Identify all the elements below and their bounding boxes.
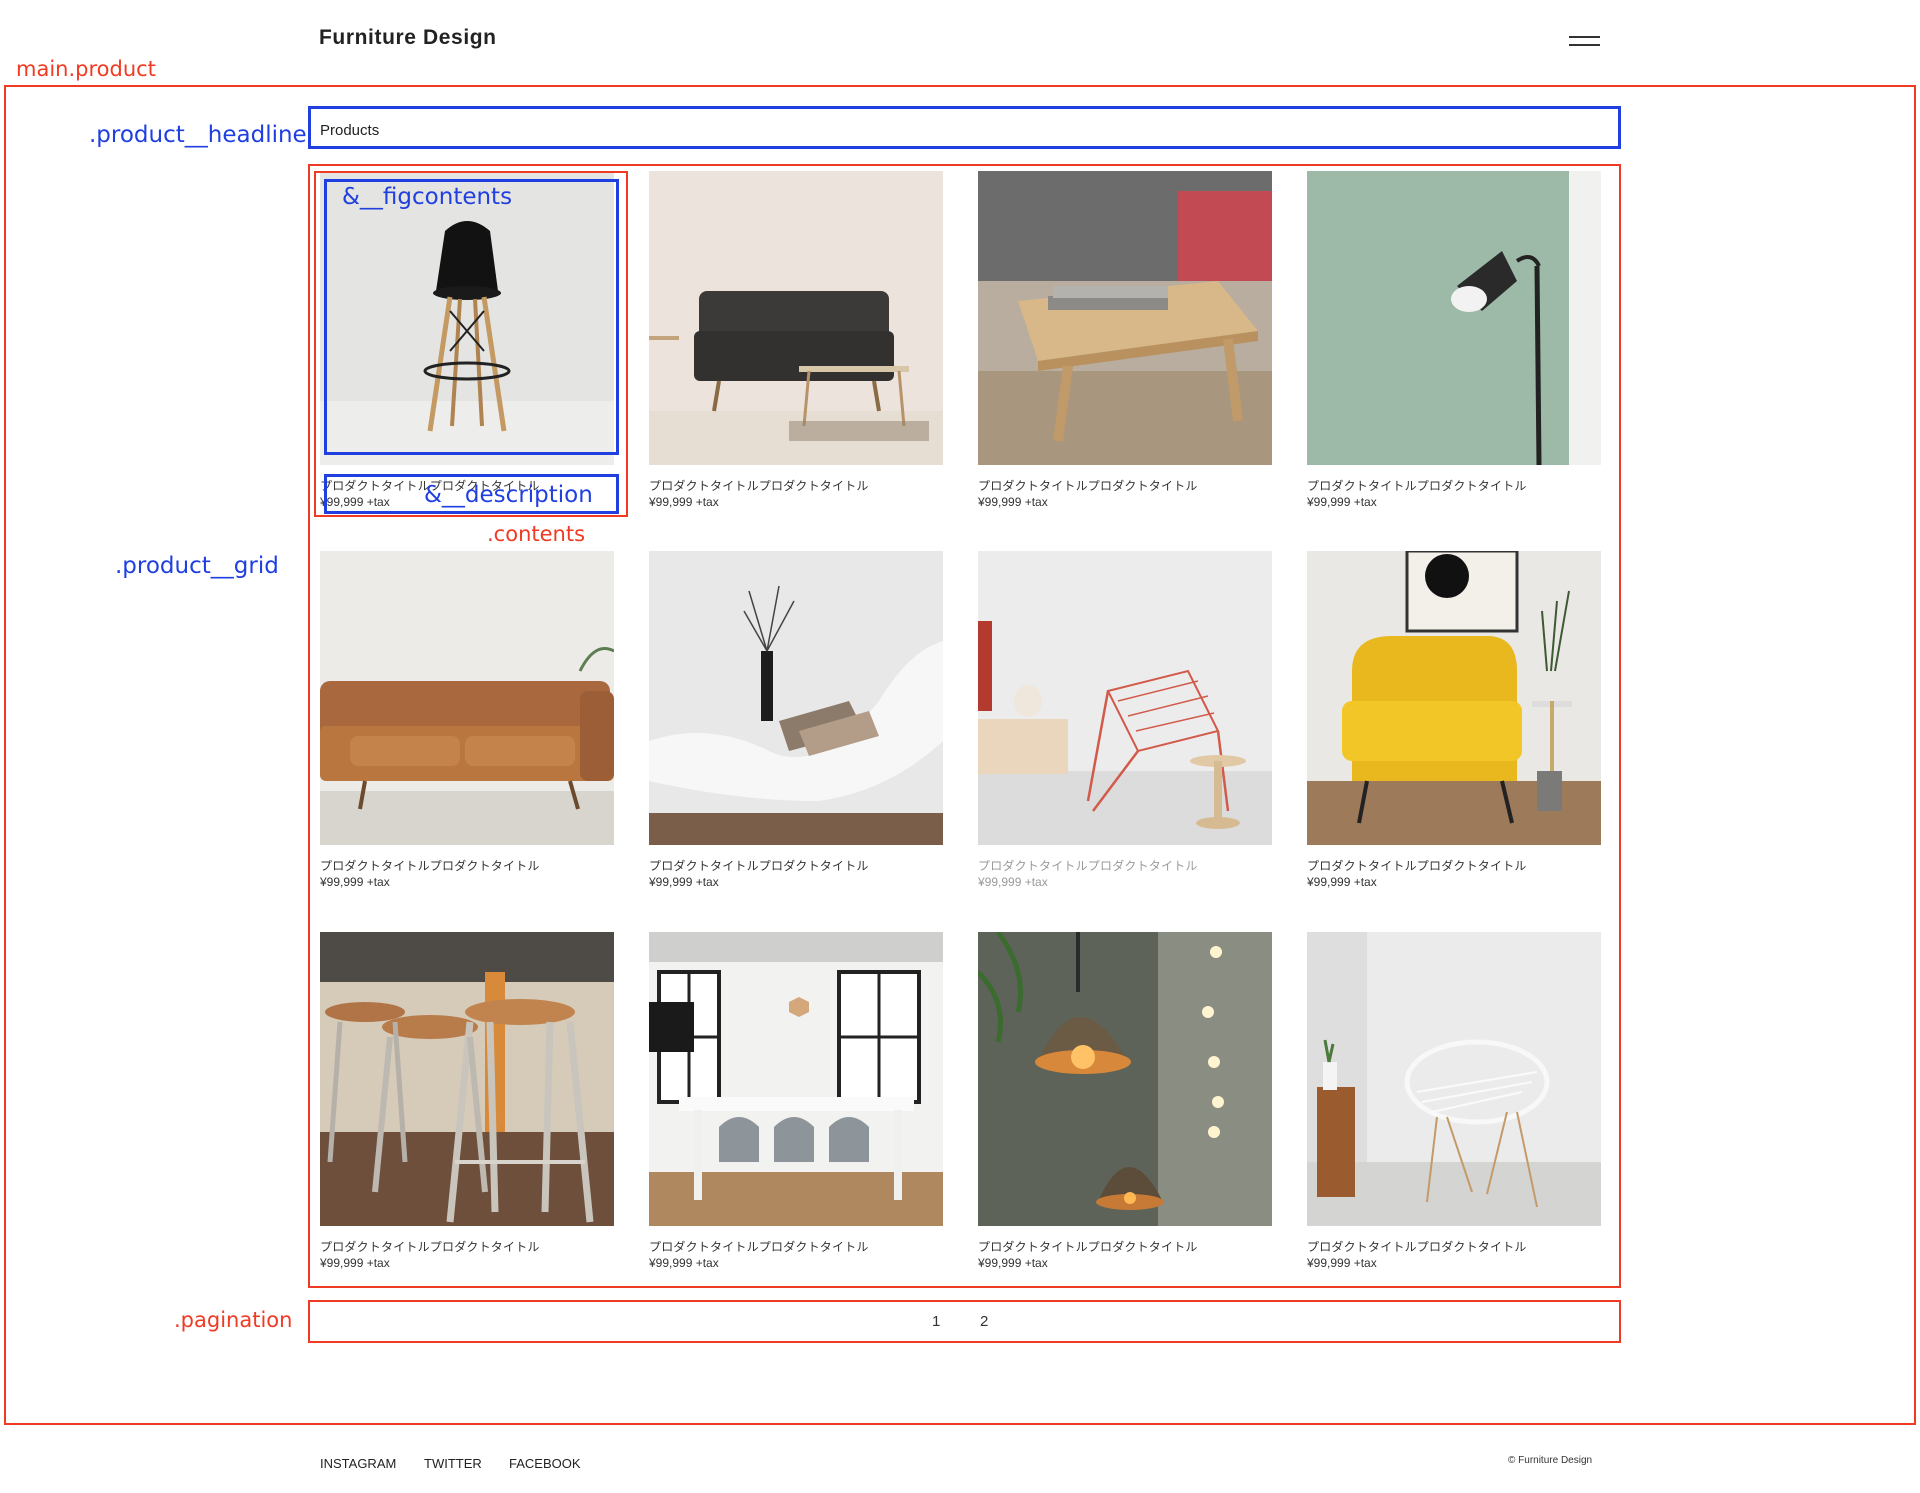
product-title[interactable]: プロダクトタイトルプロダクトタイトル	[649, 477, 869, 494]
product-image-floor-lamp[interactable]	[1307, 171, 1601, 465]
product-price: ¥99,999 +tax	[978, 1256, 1048, 1270]
copyright: © Furniture Design	[1508, 1455, 1593, 1466]
product-price: ¥99,999 +tax	[1307, 495, 1377, 509]
product-price: ¥99,999 +tax	[649, 875, 719, 889]
page: Furniture Design main.product .product__…	[0, 0, 1920, 1493]
annotation-product-grid: .product__grid	[115, 553, 279, 579]
product-title[interactable]: プロダクトタイトルプロダクトタイトル	[1307, 477, 1527, 494]
hamburger-menu-icon[interactable]	[1569, 33, 1601, 47]
footer-link-twitter[interactable]: TWITTER	[424, 1456, 482, 1471]
site-title[interactable]: Furniture Design	[319, 26, 497, 50]
product-title[interactable]: プロダクトタイトルプロダクトタイトル	[320, 857, 540, 874]
product-headline-outline	[308, 106, 1621, 149]
product-image-yellow-armchair[interactable]	[1307, 551, 1601, 845]
product-price: ¥99,999 +tax	[1307, 1256, 1377, 1270]
product-image-sofa-living-room[interactable]	[649, 171, 943, 465]
product-price: ¥99,999 +tax	[1307, 875, 1377, 889]
annotation-contents: .contents	[487, 522, 586, 546]
product-title[interactable]: プロダクトタイトルプロダクトタイトル	[649, 1238, 869, 1255]
product-title[interactable]: プロダクトタイトルプロダクトタイトル	[978, 1238, 1198, 1255]
footer-link-instagram[interactable]: INSTAGRAM	[320, 1456, 396, 1471]
annotation-pagination: .pagination	[174, 1308, 293, 1332]
product-image-dining-room[interactable]	[649, 932, 943, 1226]
product-title[interactable]: プロダクトタイトルプロダクトタイトル	[978, 857, 1198, 874]
product-image-industrial-stools[interactable]	[320, 932, 614, 1226]
product-price: ¥99,999 +tax	[320, 495, 390, 509]
product-price: ¥99,999 +tax	[320, 875, 390, 889]
product-image-wire-chair[interactable]	[978, 551, 1272, 845]
product-price: ¥99,999 +tax	[649, 1256, 719, 1270]
product-image-pendant-lamps[interactable]	[978, 932, 1272, 1226]
product-image-white-wire-chair[interactable]	[1307, 932, 1601, 1226]
product-price: ¥99,999 +tax	[978, 875, 1048, 889]
product-image-leather-sofa[interactable]	[320, 551, 614, 845]
annotation-description: &__description	[424, 482, 593, 508]
product-price: ¥99,999 +tax	[978, 495, 1048, 509]
pagination-page-2[interactable]: 2	[980, 1313, 988, 1330]
footer-link-facebook[interactable]: FACEBOOK	[509, 1456, 581, 1471]
product-headline: Products	[320, 122, 380, 139]
pagination-page-1[interactable]: 1	[932, 1313, 940, 1330]
product-title[interactable]: プロダクトタイトルプロダクトタイトル	[1307, 857, 1527, 874]
product-image-white-chaise-lounge[interactable]	[649, 551, 943, 845]
product-image-wooden-coffee-table[interactable]	[978, 171, 1272, 465]
annotation-figcontents: &__figcontents	[342, 184, 513, 210]
product-title[interactable]: プロダクトタイトルプロダクトタイトル	[1307, 1238, 1527, 1255]
annotation-product-headline: .product__headline	[89, 122, 307, 148]
main-product-outline	[4, 85, 1916, 1425]
product-image-bar-stool[interactable]	[320, 171, 614, 465]
product-title[interactable]: プロダクトタイトルプロダクトタイトル	[978, 477, 1198, 494]
product-price: ¥99,999 +tax	[320, 1256, 390, 1270]
product-title[interactable]: プロダクトタイトルプロダクトタイトル	[320, 1238, 540, 1255]
product-title[interactable]: プロダクトタイトルプロダクトタイトル	[649, 857, 869, 874]
pagination-outline	[308, 1300, 1621, 1343]
annotation-main-product: main.product	[16, 57, 156, 81]
product-price: ¥99,999 +tax	[649, 495, 719, 509]
